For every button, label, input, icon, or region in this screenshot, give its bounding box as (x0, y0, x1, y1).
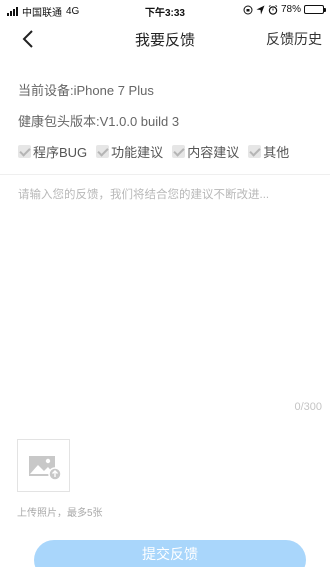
category-list: 程序BUG 功能建议 内容建议 其他 (18, 142, 289, 161)
category-label: 功能建议 (111, 145, 164, 160)
category-bug[interactable]: 程序BUG (18, 142, 87, 161)
orientation-lock-icon (243, 5, 253, 14)
checkbox[interactable] (172, 145, 186, 158)
category-label: 内容建议 (187, 145, 240, 160)
upload-hint: 上传照片，最多5张 (17, 508, 103, 519)
battery-icon (304, 5, 326, 14)
battery-label: 78% (280, 4, 301, 15)
version-info: 健康包头版本:V1.0.0 build 3 (18, 114, 180, 129)
category-label: 其他 (263, 145, 290, 160)
status-right: 78% (243, 4, 326, 15)
chevron-left-icon (22, 30, 33, 48)
device-info: 当前设备:iPhone 7 Plus (18, 83, 154, 98)
char-counter: 0/300 (294, 401, 322, 413)
category-label: 程序BUG (33, 145, 88, 160)
category-feature[interactable]: 功能建议 (96, 142, 163, 161)
location-icon (256, 5, 265, 14)
divider (0, 174, 330, 175)
nav-header: 我要反馈 反馈历史 (0, 20, 330, 56)
feedback-history-link[interactable]: 反馈历史 (266, 29, 322, 49)
add-image-icon (29, 456, 62, 481)
alarm-icon (268, 4, 278, 15)
checkbox[interactable] (248, 145, 262, 158)
checkbox[interactable] (96, 145, 110, 158)
upload-photo-button[interactable] (17, 439, 70, 492)
category-content[interactable]: 内容建议 (172, 142, 239, 161)
back-button[interactable] (18, 28, 40, 50)
submit-feedback-button[interactable]: 提交反馈 (34, 540, 306, 567)
status-bar: 中国联通 4G 下午3:33 78% (0, 0, 330, 20)
feedback-textarea[interactable] (16, 180, 316, 400)
checkbox[interactable] (18, 145, 31, 158)
category-other[interactable]: 其他 (248, 142, 289, 161)
